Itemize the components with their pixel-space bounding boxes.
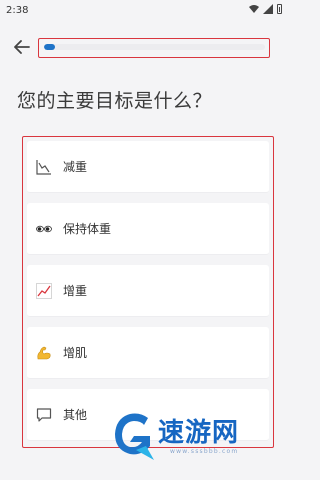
watermark-logo: 速游网 www.sssbbb.com (110, 410, 290, 470)
options-highlight-box: 减重 保持体重 增重 增肌 其他 (22, 136, 274, 448)
watermark-g-icon (115, 413, 154, 460)
option-gain-weight[interactable]: 增重 (27, 265, 269, 317)
progress-bar (44, 44, 265, 50)
page-title: 您的主要目标是什么？ (17, 90, 213, 112)
option-label: 减重 (63, 160, 88, 174)
signal-icon (263, 4, 273, 14)
progress-fill (44, 44, 56, 50)
option-build-muscle[interactable]: 增肌 (27, 327, 269, 379)
watermark-text: 速游网 (158, 418, 240, 448)
status-icons (249, 4, 282, 14)
option-label: 保持体重 (63, 222, 112, 236)
flexed-bicep-icon (35, 344, 53, 362)
wifi-icon (249, 5, 259, 13)
progress-highlight-box (38, 38, 270, 58)
option-label: 增重 (63, 284, 88, 298)
battery-icon (277, 4, 282, 14)
back-button[interactable] (11, 37, 33, 57)
watermark-subtext: www.sssbbb.com (170, 448, 239, 455)
chart-up-icon (35, 282, 53, 300)
arrow-left-icon (14, 40, 30, 54)
option-label: 其他 (63, 408, 88, 422)
chart-down-icon (35, 158, 53, 176)
status-time: 2:38 (6, 5, 29, 16)
option-lose-weight[interactable]: 减重 (27, 141, 269, 193)
option-maintain-weight[interactable]: 保持体重 (27, 203, 269, 255)
option-label: 增肌 (63, 346, 88, 360)
status-bar: 2:38 (0, 0, 292, 22)
speech-bubble-icon (35, 406, 53, 424)
eyes-icon (35, 220, 53, 238)
